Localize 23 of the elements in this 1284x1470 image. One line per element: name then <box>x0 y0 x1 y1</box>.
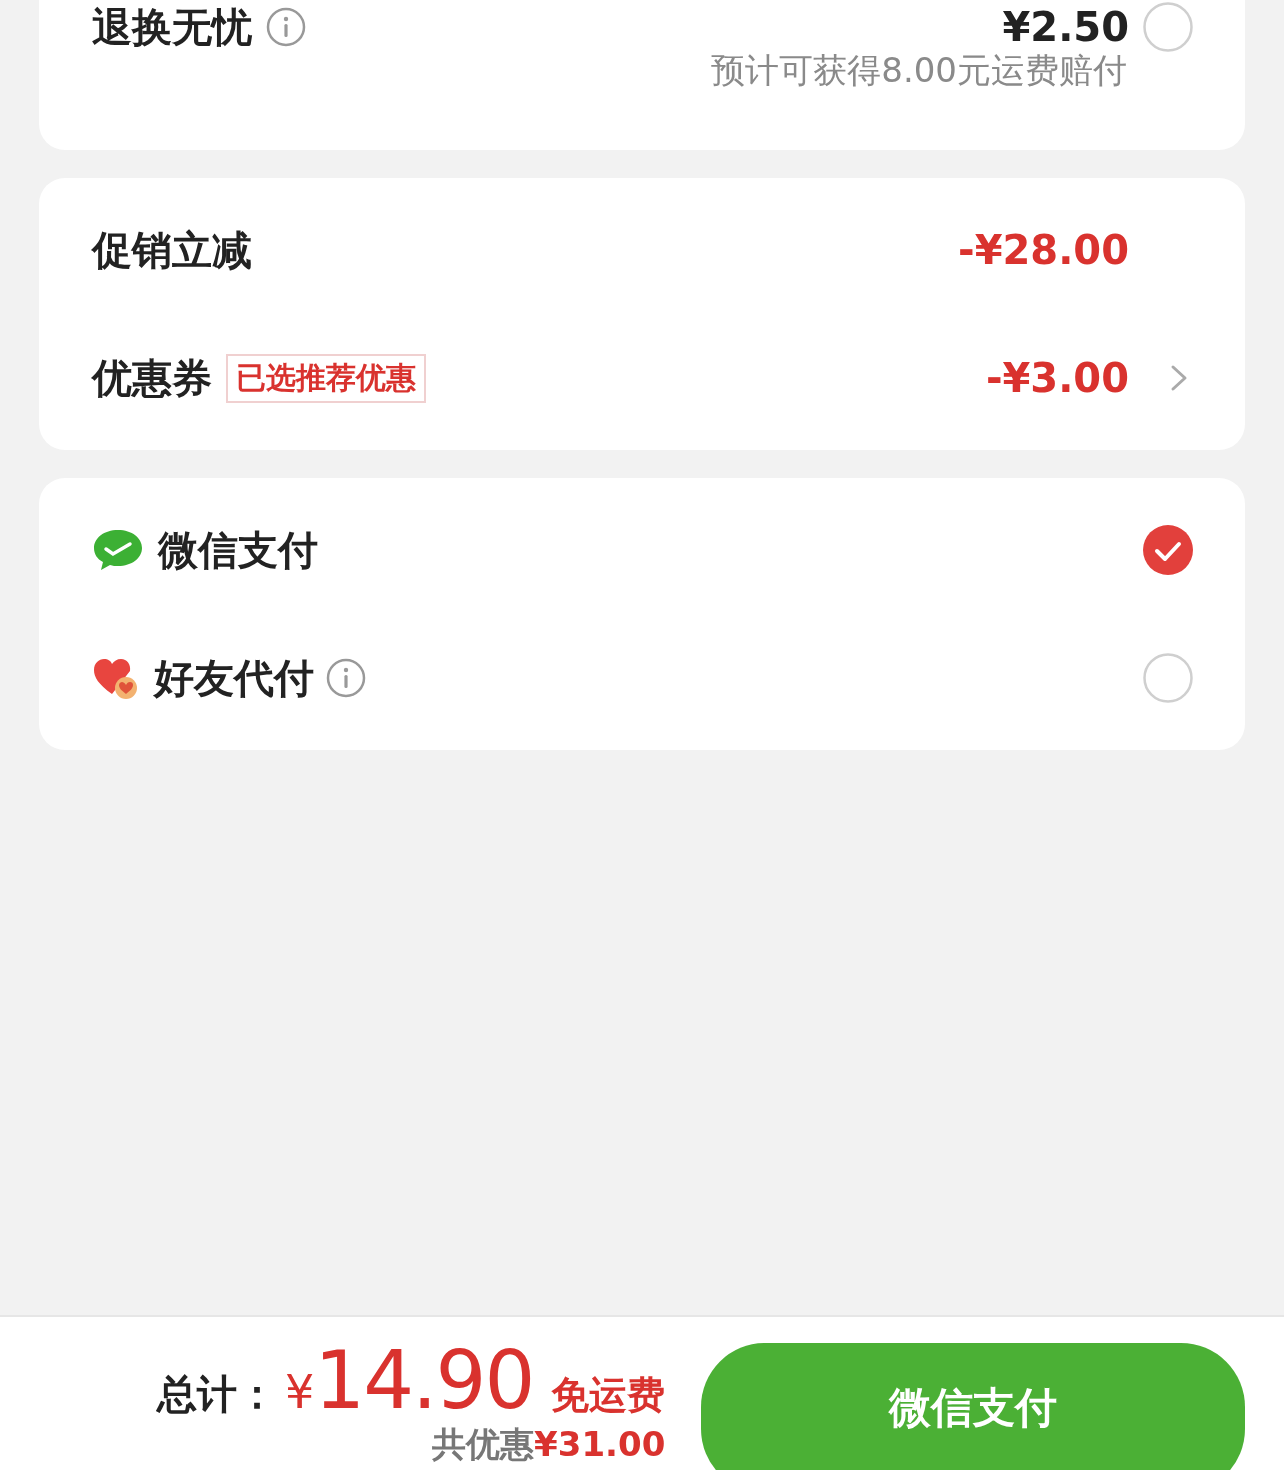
chat-bubble-check-icon <box>92 528 144 572</box>
radio-unchecked-icon[interactable] <box>1143 2 1193 52</box>
discount-amount: -¥3.00 <box>985 355 1129 401</box>
info-icon[interactable] <box>326 658 366 698</box>
discount-label: 促销立减 <box>92 225 252 275</box>
coupon-tag: 已选推荐优惠 <box>226 353 426 403</box>
discount-amount: -¥28.00 <box>958 227 1129 273</box>
payment-method-label[interactable]: 微信支付 <box>158 522 318 578</box>
shipping-note: 免运费 <box>551 1376 666 1414</box>
savings-amount: ¥31.00 <box>534 1425 666 1465</box>
currency-symbol: ¥ <box>285 1369 315 1415</box>
insurance-label: 退换无忧 <box>92 2 252 52</box>
savings-label: 共优惠 <box>432 1425 535 1465</box>
info-icon[interactable] <box>266 7 306 47</box>
discount-label: 优惠券 <box>92 353 212 403</box>
radio-unchecked-icon[interactable] <box>1143 653 1193 703</box>
total-amount: 14.90 <box>314 1341 534 1421</box>
payment-method-label[interactable]: 好友代付 <box>154 650 314 706</box>
radio-checked-icon[interactable] <box>1143 525 1193 575</box>
insurance-price: ¥2.50 <box>1002 4 1129 50</box>
total-label: 总计： <box>157 1374 277 1414</box>
insurance-note: 预计可获得8.00元运费赔付 <box>710 49 1127 92</box>
heart-icon <box>92 656 140 700</box>
